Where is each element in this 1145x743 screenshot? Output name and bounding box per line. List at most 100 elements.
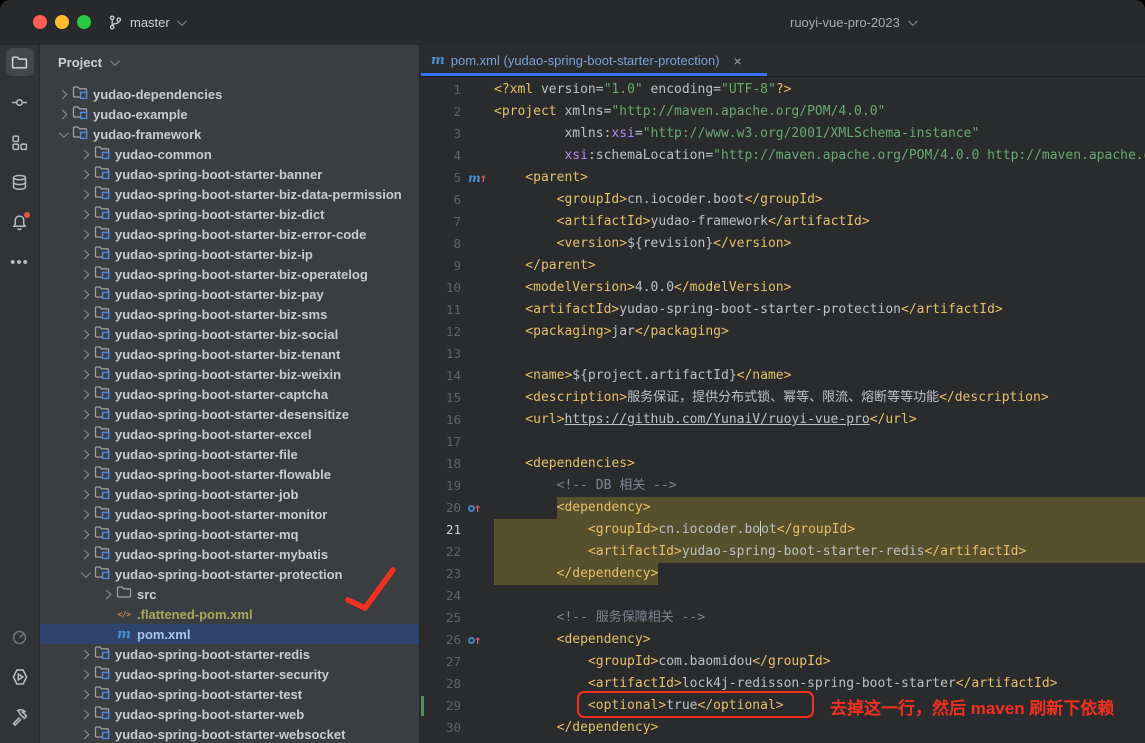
tree-item-yudao-framework[interactable]: yudao-framework	[40, 124, 420, 144]
collapse-chevron-icon[interactable]	[76, 311, 92, 318]
code-line-26[interactable]: 26↑ <dependency>	[421, 629, 1145, 651]
gutter[interactable]: 18	[421, 453, 494, 475]
tree-item-yudao-spring-boot-starter-biz-error-code[interactable]: yudao-spring-boot-starter-biz-error-code	[40, 224, 420, 244]
gutter[interactable]: 19	[421, 475, 494, 497]
code-line-28[interactable]: 28 <artifactId>lock4j-redisson-spring-bo…	[421, 673, 1145, 695]
code-line-6[interactable]: 6 <groupId>cn.iocoder.boot</groupId>	[421, 189, 1145, 211]
gutter[interactable]: 9	[421, 255, 494, 277]
commit-tool-button[interactable]	[6, 88, 34, 116]
code-line-9[interactable]: 9 </parent>	[421, 255, 1145, 277]
code-line-25[interactable]: 25 <!-- 服务保障相关 -->	[421, 607, 1145, 629]
gutter[interactable]: 28	[421, 673, 494, 695]
collapse-chevron-icon[interactable]	[76, 511, 92, 518]
code-line-3[interactable]: 3 xmlns:xsi="http://www.w3.org/2001/XMLS…	[421, 123, 1145, 145]
gutter[interactable]: 8	[421, 233, 494, 255]
collapse-chevron-icon[interactable]	[76, 691, 92, 698]
collapse-chevron-icon[interactable]	[76, 411, 92, 418]
project-tool-button[interactable]	[6, 48, 34, 76]
tree-item-yudao-spring-boot-starter-excel[interactable]: yudao-spring-boot-starter-excel	[40, 424, 420, 444]
tree-item-yudao-spring-boot-starter-captcha[interactable]: yudao-spring-boot-starter-captcha	[40, 384, 420, 404]
gutter[interactable]: 11	[421, 299, 494, 321]
close-window-button[interactable]	[33, 15, 47, 29]
gutter[interactable]: 17	[421, 431, 494, 453]
tree-item-yudao-spring-boot-starter-banner[interactable]: yudao-spring-boot-starter-banner	[40, 164, 420, 184]
tree-item-yudao-spring-boot-starter-biz-social[interactable]: yudao-spring-boot-starter-biz-social	[40, 324, 420, 344]
tree-item-yudao-spring-boot-starter-biz-weixin[interactable]: yudao-spring-boot-starter-biz-weixin	[40, 364, 420, 384]
notifications-tool-button[interactable]	[6, 208, 34, 236]
tree-item-yudao-spring-boot-starter-job[interactable]: yudao-spring-boot-starter-job	[40, 484, 420, 504]
project-panel-header[interactable]: Project	[40, 45, 419, 79]
code-line-22[interactable]: 22 <artifactId>yudao-spring-boot-starter…	[421, 541, 1145, 563]
close-tab-icon[interactable]: ×	[734, 53, 742, 69]
code-line-1[interactable]: 1<?xml version="1.0" encoding="UTF-8"?>	[421, 79, 1145, 101]
code-line-12[interactable]: 12 <packaging>jar</packaging>	[421, 321, 1145, 343]
tree-item-yudao-spring-boot-starter-biz-pay[interactable]: yudao-spring-boot-starter-biz-pay	[40, 284, 420, 304]
gutter[interactable]: 15	[421, 387, 494, 409]
code-line-23[interactable]: 23 </dependency>	[421, 563, 1145, 585]
tree-item-yudao-spring-boot-starter-biz-sms[interactable]: yudao-spring-boot-starter-biz-sms	[40, 304, 420, 324]
code-line-24[interactable]: 24	[421, 585, 1145, 607]
tree-item-yudao-spring-boot-starter-biz-tenant[interactable]: yudao-spring-boot-starter-biz-tenant	[40, 344, 420, 364]
gutter[interactable]: 3	[421, 123, 494, 145]
tree-item-yudao-spring-boot-starter-redis[interactable]: yudao-spring-boot-starter-redis	[40, 644, 420, 664]
code-line-8[interactable]: 8 <version>${revision}</version>	[421, 233, 1145, 255]
code-line-10[interactable]: 10 <modelVersion>4.0.0</modelVersion>	[421, 277, 1145, 299]
gutter[interactable]: 4	[421, 145, 494, 167]
tree-item-yudao-spring-boot-starter-desensitize[interactable]: yudao-spring-boot-starter-desensitize	[40, 404, 420, 424]
gutter[interactable]: 12	[421, 321, 494, 343]
code-line-13[interactable]: 13	[421, 343, 1145, 365]
code-line-4[interactable]: 4 xsi:schemaLocation="http://maven.apach…	[421, 145, 1145, 167]
collapse-chevron-icon[interactable]	[76, 711, 92, 718]
code-line-14[interactable]: 14 <name>${project.artifactId}</name>	[421, 365, 1145, 387]
tree-item-yudao-spring-boot-starter-monitor[interactable]: yudao-spring-boot-starter-monitor	[40, 504, 420, 524]
tree-item-pom-xml[interactable]: mpom.xml	[40, 624, 420, 644]
gutter[interactable]: 6	[421, 189, 494, 211]
code-line-29[interactable]: 29 <optional>true</optional>	[421, 695, 1145, 717]
code-editor[interactable]: 1<?xml version="1.0" encoding="UTF-8"?> 2…	[421, 78, 1145, 743]
zoom-window-button[interactable]	[77, 15, 91, 29]
tree-item-yudao-spring-boot-starter-biz-dict[interactable]: yudao-spring-boot-starter-biz-dict	[40, 204, 420, 224]
project-title-widget[interactable]: ruoyi-vue-pro-2023	[782, 8, 923, 37]
gutter[interactable]: 27	[421, 651, 494, 673]
tree-item-yudao-spring-boot-starter-security[interactable]: yudao-spring-boot-starter-security	[40, 664, 420, 684]
tree-item-flattened-pom-xml[interactable]: </>.flattened-pom.xml	[40, 604, 420, 624]
collapse-chevron-icon[interactable]	[76, 351, 92, 358]
collapse-chevron-icon[interactable]	[76, 251, 92, 258]
collapse-chevron-icon[interactable]	[76, 651, 92, 658]
tree-item-yudao-spring-boot-starter-web[interactable]: yudao-spring-boot-starter-web	[40, 704, 420, 724]
code-line-27[interactable]: 27 <groupId>com.baomidou</groupId>	[421, 651, 1145, 673]
profiler-tool-button[interactable]	[6, 623, 34, 651]
gutter[interactable]: 16	[421, 409, 494, 431]
tab-pom-xml[interactable]: m pom.xml (yudao-spring-boot-starter-pro…	[421, 45, 767, 76]
collapse-chevron-icon[interactable]	[76, 671, 92, 678]
gutter[interactable]: 13	[421, 343, 494, 365]
collapse-chevron-icon[interactable]	[76, 451, 92, 458]
collapse-chevron-icon[interactable]	[76, 291, 92, 298]
collapse-chevron-icon[interactable]	[76, 331, 92, 338]
code-line-17[interactable]: 17	[421, 431, 1145, 453]
collapse-chevron-icon[interactable]	[76, 551, 92, 558]
code-line-5[interactable]: 5m↑ <parent>	[421, 167, 1145, 189]
structure-tool-button[interactable]	[6, 128, 34, 156]
tree-item-yudao-spring-boot-starter-biz-operatelog[interactable]: yudao-spring-boot-starter-biz-operatelog	[40, 264, 420, 284]
collapse-chevron-icon[interactable]	[76, 431, 92, 438]
gutter[interactable]: 25	[421, 607, 494, 629]
code-line-16[interactable]: 16 <url>https://github.com/YunaiV/ruoyi-…	[421, 409, 1145, 431]
collapse-chevron-icon[interactable]	[76, 171, 92, 178]
collapse-chevron-icon[interactable]	[76, 151, 92, 158]
tree-item-yudao-spring-boot-starter-biz-ip[interactable]: yudao-spring-boot-starter-biz-ip	[40, 244, 420, 264]
collapse-chevron-icon[interactable]	[76, 371, 92, 378]
tree-item-yudao-spring-boot-starter-file[interactable]: yudao-spring-boot-starter-file	[40, 444, 420, 464]
code-line-20[interactable]: 20↑ <dependency>	[421, 497, 1145, 519]
tree-item-yudao-spring-boot-starter-protection[interactable]: yudao-spring-boot-starter-protection	[40, 564, 420, 584]
collapse-chevron-icon[interactable]	[76, 271, 92, 278]
gutter[interactable]: 22	[421, 541, 494, 563]
tree-item-yudao-common[interactable]: yudao-common	[40, 144, 420, 164]
tree-item-yudao-spring-boot-starter-flowable[interactable]: yudao-spring-boot-starter-flowable	[40, 464, 420, 484]
collapse-chevron-icon[interactable]	[76, 231, 92, 238]
tree-item-yudao-spring-boot-starter-biz-data-permission[interactable]: yudao-spring-boot-starter-biz-data-permi…	[40, 184, 420, 204]
collapse-chevron-icon[interactable]	[76, 531, 92, 538]
collapse-chevron-icon[interactable]	[76, 391, 92, 398]
gutter[interactable]: 24	[421, 585, 494, 607]
expand-chevron-icon[interactable]	[54, 131, 70, 138]
